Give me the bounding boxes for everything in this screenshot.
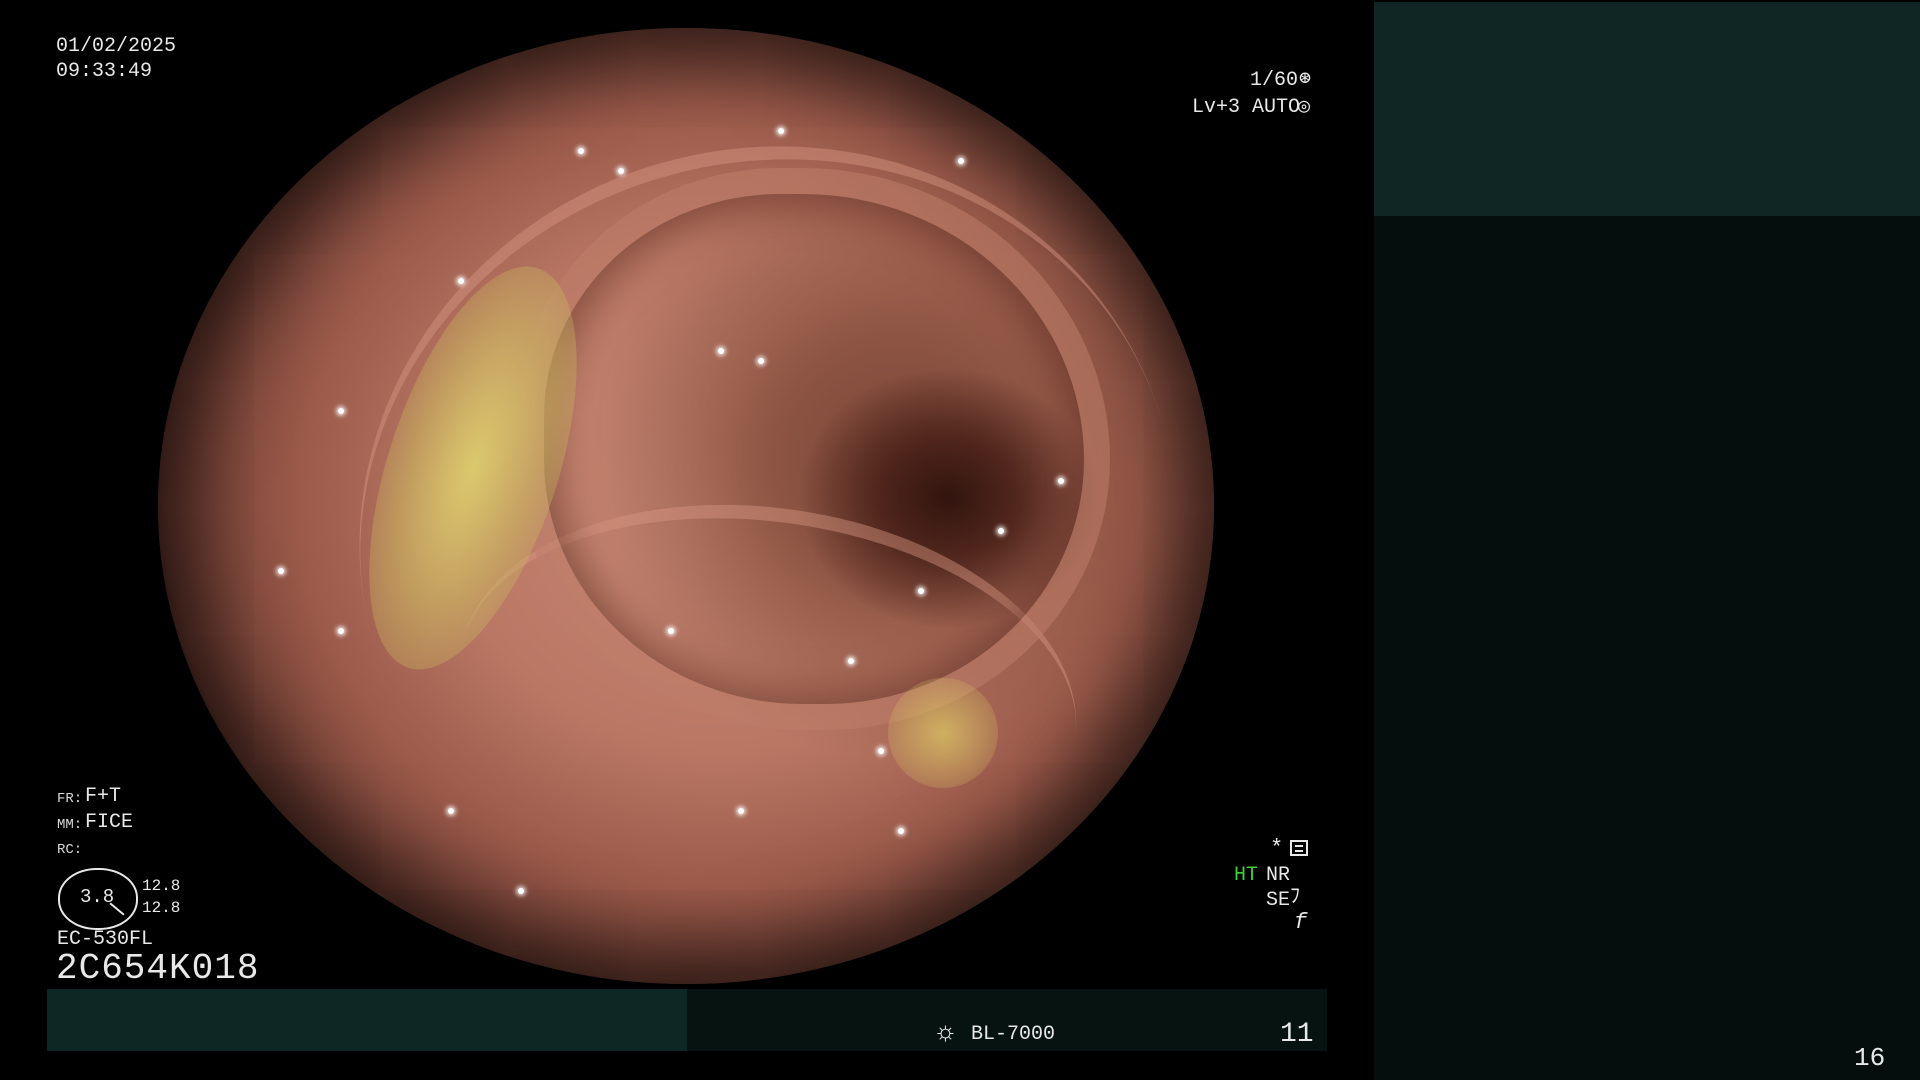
lamp-icon: ☼ xyxy=(937,1018,954,1049)
endoscopic-image xyxy=(158,28,1214,984)
bile-residue xyxy=(888,678,998,788)
light-reflection xyxy=(758,358,764,364)
light-reflection xyxy=(898,828,904,834)
mm-value: FICE xyxy=(85,811,134,834)
light-source-label: BL-7000 xyxy=(971,1023,1056,1046)
light-reflection xyxy=(278,568,284,574)
light-reflection xyxy=(618,168,624,174)
light-reflection xyxy=(1058,478,1064,484)
light-reflection xyxy=(338,628,344,634)
scope-model: EC-530FL xyxy=(57,928,154,951)
side-panel-bottom xyxy=(1374,216,1920,1080)
brightness-level: Lv+3 AUTO xyxy=(1192,96,1301,119)
light-reflection xyxy=(578,148,584,154)
light-reflection xyxy=(958,158,964,164)
star-indicator: * xyxy=(1270,836,1284,861)
nr-indicator: NR xyxy=(1266,864,1291,887)
light-reflection xyxy=(738,808,744,814)
light-reflection xyxy=(778,128,784,134)
shutter-speed: 1/60 xyxy=(1250,69,1299,92)
light-reflection xyxy=(448,808,454,814)
time-readout: 09:33:49 xyxy=(56,60,153,83)
scope-serial: 2C654K018 xyxy=(56,948,260,989)
structure-enhance-icon: ﾌ xyxy=(1290,886,1300,909)
light-reflection xyxy=(458,278,464,284)
light-reflection xyxy=(848,658,854,664)
rc-label: RC: xyxy=(57,842,83,858)
fr-label: FR: xyxy=(57,791,83,807)
rc-gauge-value: 3.8 xyxy=(80,886,115,908)
light-reflection xyxy=(718,348,724,354)
side-panel-number: 16 xyxy=(1854,1043,1886,1073)
date-readout: 01/02/2025 xyxy=(56,35,177,58)
status-strip-left xyxy=(47,989,687,1051)
ht-indicator: HT xyxy=(1234,864,1259,887)
light-reflection xyxy=(998,528,1004,534)
freeze-icon: f xyxy=(1294,910,1308,935)
frame-count: 11 xyxy=(1280,1019,1314,1050)
rc-value-2: 12.8 xyxy=(142,899,181,917)
shutter-icon: ⊛ xyxy=(1299,68,1312,91)
endoscopy-screen: 01/02/2025 09:33:49 1/60 ⊛ Lv+3 AUTO ◎ F… xyxy=(0,0,1920,1080)
rc-value-1: 12.8 xyxy=(142,877,181,895)
se-indicator: SE xyxy=(1266,889,1291,912)
light-reflection xyxy=(878,748,884,754)
light-reflection xyxy=(918,588,924,594)
light-reflection xyxy=(668,628,674,634)
side-panel-top xyxy=(1374,2,1920,216)
light-reflection xyxy=(518,888,524,894)
iris-icon: ◎ xyxy=(1298,96,1311,119)
menu-icon xyxy=(1290,840,1308,856)
light-reflection xyxy=(338,408,344,414)
mm-label: MM: xyxy=(57,817,83,833)
fr-value: F+T xyxy=(85,785,122,808)
